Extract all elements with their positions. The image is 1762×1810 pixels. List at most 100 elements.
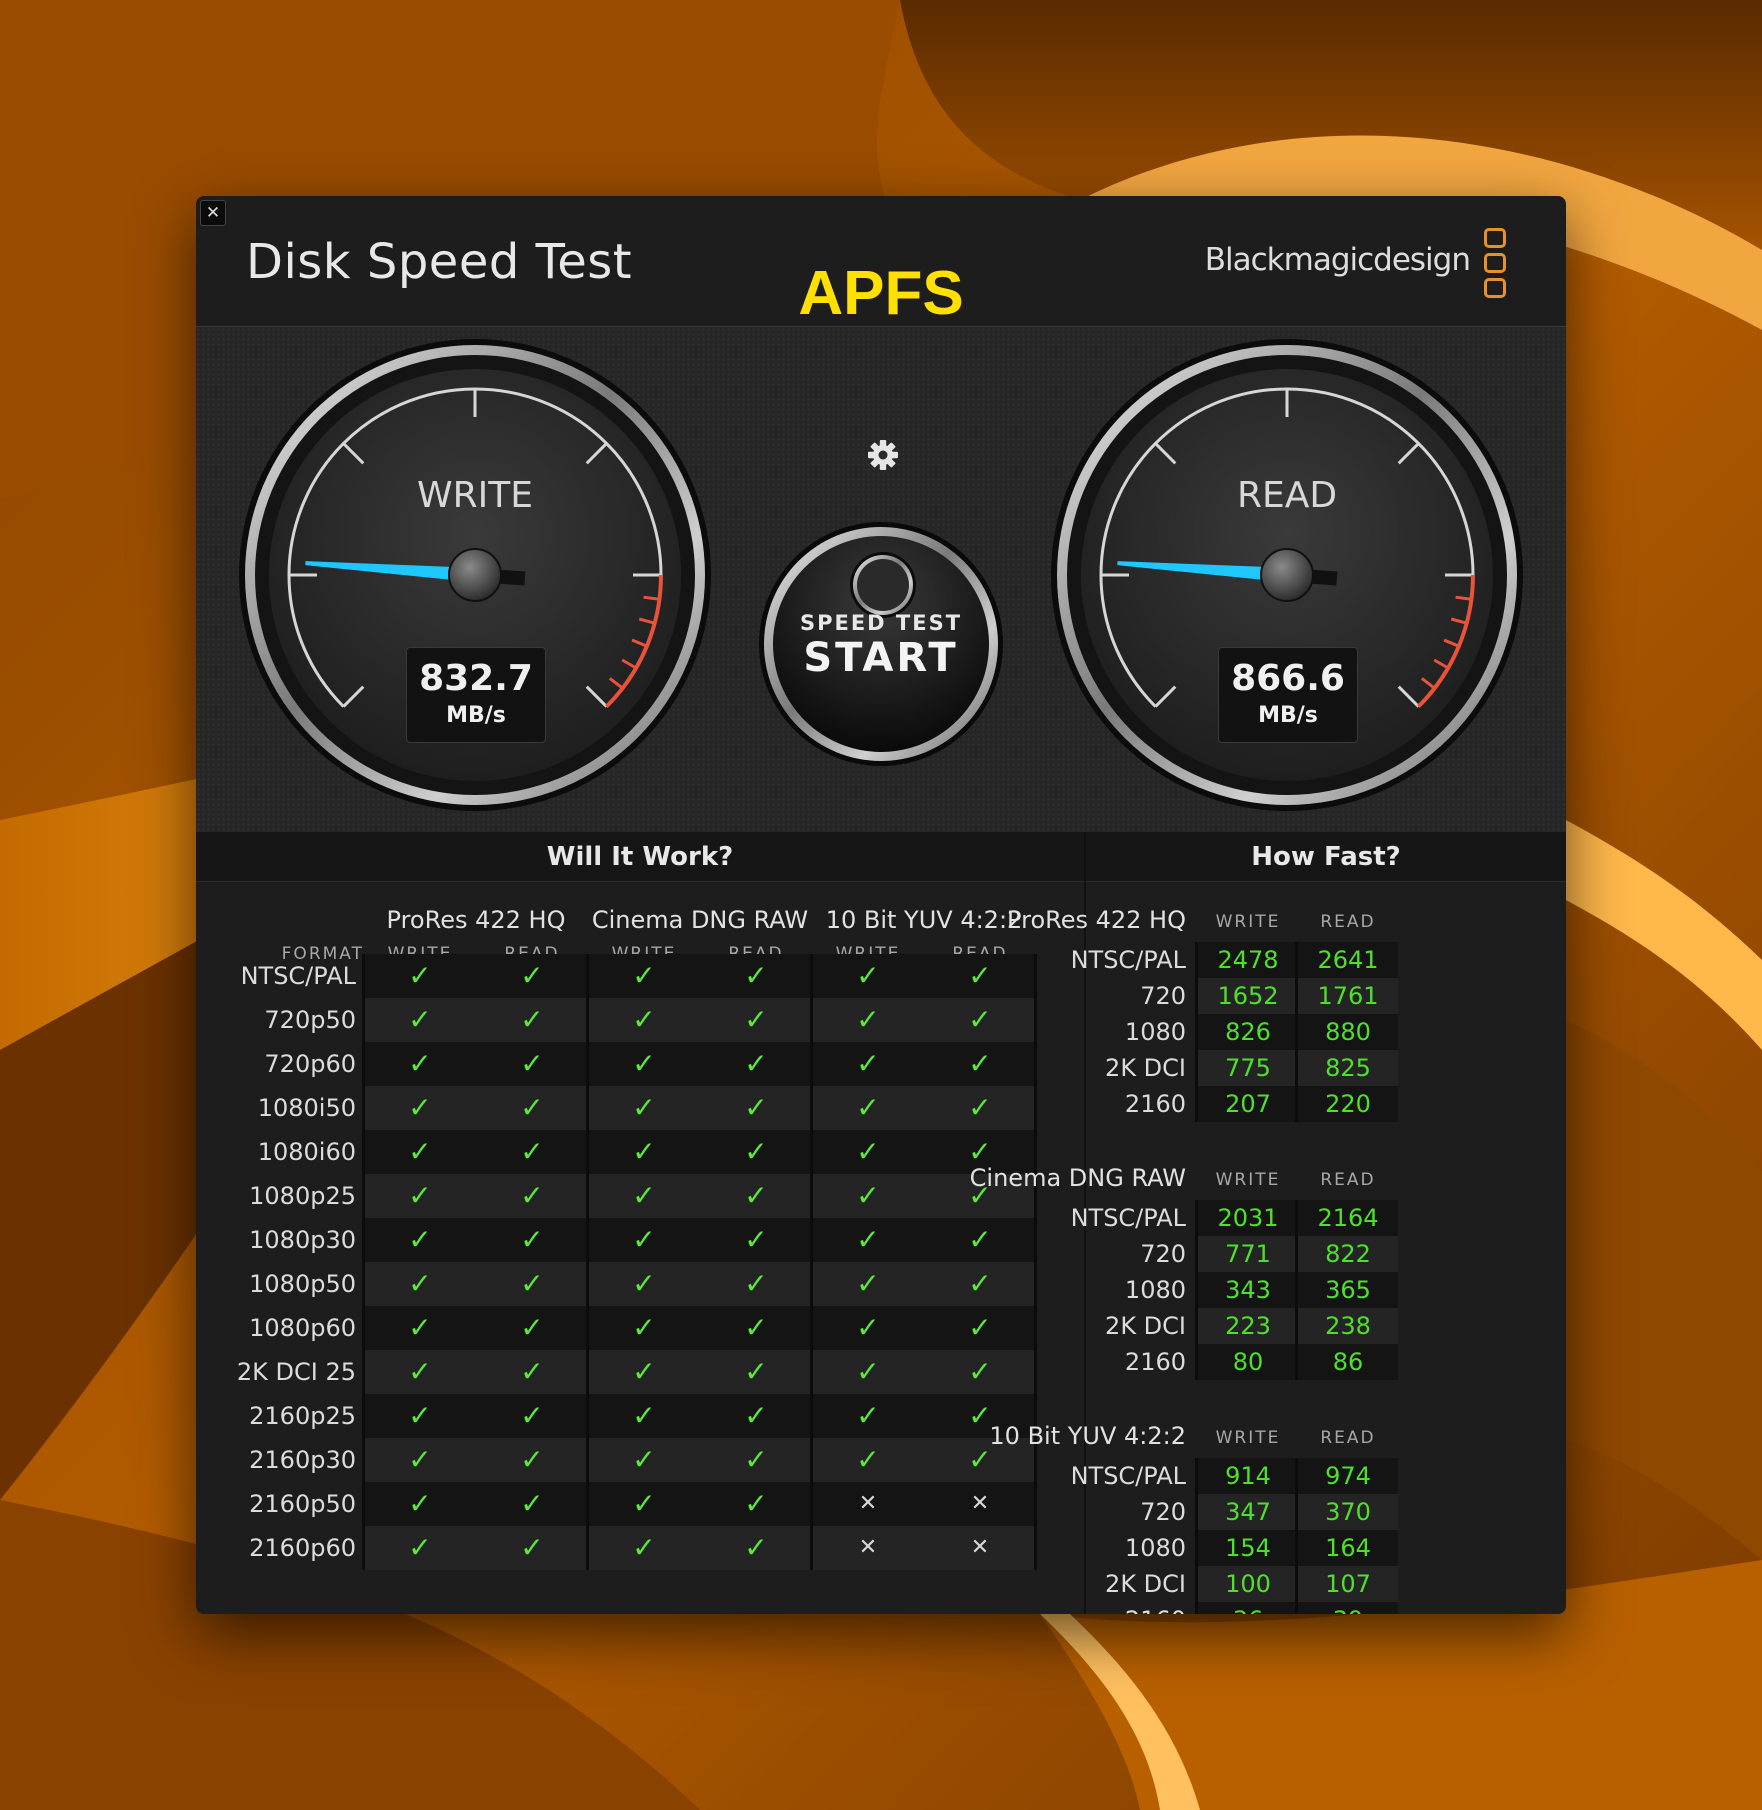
wiw-result-cell: ✓: [812, 1130, 924, 1174]
wiw-result-cell: ✓: [364, 998, 476, 1042]
wiw-result-cell: ✓: [588, 1086, 700, 1130]
check-icon: ✓: [968, 1091, 992, 1124]
hf-read-value: 238: [1298, 1308, 1398, 1344]
check-icon: ✓: [744, 1399, 768, 1432]
check-icon: ✓: [520, 1399, 544, 1432]
hf-write-value: 347: [1198, 1494, 1298, 1530]
check-icon: ✓: [408, 1399, 432, 1432]
check-icon: ✓: [856, 1003, 880, 1036]
hf-column-separator: [1295, 1458, 1298, 1614]
hf-resolution-label: 720: [1140, 982, 1186, 1010]
wiw-result-cell: ✓: [476, 1130, 588, 1174]
hf-sub-header: WRITE: [1215, 912, 1281, 932]
wiw-result-cell: ✓: [588, 1350, 700, 1394]
check-icon: ✓: [408, 1135, 432, 1168]
check-icon: ✓: [632, 1267, 656, 1300]
check-icon: ✓: [632, 959, 656, 992]
check-icon: ✓: [856, 1399, 880, 1432]
wiw-result-cell: ✓: [364, 1394, 476, 1438]
hf-column-separator: [1295, 1200, 1298, 1380]
settings-button[interactable]: [851, 423, 915, 487]
check-icon: ✓: [408, 1443, 432, 1476]
hf-read-value: 365: [1298, 1272, 1398, 1308]
check-icon: ✓: [520, 959, 544, 992]
write-speed-unit: MB/s: [446, 703, 506, 728]
close-icon[interactable]: ✕: [200, 200, 226, 226]
hf-resolution-label: 720: [1140, 1498, 1186, 1526]
format-label: 1080p50: [249, 1270, 356, 1298]
hf-resolution-label: 2160: [1006, 1606, 1186, 1614]
hf-sub-header: READ: [1320, 1428, 1376, 1448]
wiw-result-cell: ✓: [588, 1262, 700, 1306]
check-icon: ✓: [408, 1179, 432, 1212]
cross-icon: ✕: [970, 1535, 990, 1560]
check-icon: ✓: [968, 1355, 992, 1388]
will-it-work-header: Will It Work?: [196, 832, 1084, 882]
wiw-result-cell: ✓: [364, 1042, 476, 1086]
wiw-result-cell: ✓: [700, 1086, 812, 1130]
hf-write-value: 914: [1198, 1458, 1298, 1494]
wiw-result-cell: ✓: [588, 1482, 700, 1526]
hf-write-value: 207: [1198, 1086, 1298, 1122]
check-icon: ✓: [744, 1091, 768, 1124]
wiw-result-cell: ✓: [812, 1086, 924, 1130]
hf-write-value: 771: [1198, 1236, 1298, 1272]
hf-sub-header: WRITE: [1215, 1170, 1281, 1190]
wiw-result-cell: ✓: [476, 1482, 588, 1526]
check-icon: ✓: [744, 1047, 768, 1080]
hf-read-value: 880: [1298, 1014, 1398, 1050]
check-icon: ✓: [408, 1047, 432, 1080]
wiw-result-cell: ✓: [588, 998, 700, 1042]
wiw-result-cell: ✓: [476, 1086, 588, 1130]
check-icon: ✓: [520, 1179, 544, 1212]
speed-test-start-button[interactable]: SPEED TEST START: [764, 527, 998, 761]
check-icon: ✓: [520, 1135, 544, 1168]
hf-write-value: 826: [1198, 1014, 1298, 1050]
gauge-redline-tick: [1455, 595, 1472, 601]
hf-write-value: 2031: [1198, 1200, 1298, 1236]
check-icon: ✓: [408, 1531, 432, 1564]
wiw-result-cell: ✓: [588, 1438, 700, 1482]
check-icon: ✓: [520, 1091, 544, 1124]
hf-read-value: 825: [1298, 1050, 1398, 1086]
wiw-result-cell: ✓: [364, 1086, 476, 1130]
hf-column-separator: [1295, 942, 1298, 1122]
check-icon: ✓: [408, 1487, 432, 1520]
wiw-result-cell: ✓: [812, 1042, 924, 1086]
wiw-result-cell: ✓: [588, 1526, 700, 1570]
wiw-result-cell: ✓: [812, 1262, 924, 1306]
format-label: 720p60: [264, 1050, 356, 1078]
blackmagic-logo-icon: [1484, 228, 1508, 302]
check-icon: ✓: [856, 1135, 880, 1168]
check-icon: ✓: [632, 1047, 656, 1080]
format-label: 1080p60: [249, 1314, 356, 1342]
wiw-result-cell: ✓: [476, 1526, 588, 1570]
format-column-header: FORMAT: [281, 944, 364, 964]
hf-resolution-label: 2160: [1124, 1090, 1186, 1118]
check-icon: ✓: [520, 1487, 544, 1520]
check-icon: ✓: [744, 1135, 768, 1168]
check-icon: ✓: [408, 1355, 432, 1388]
hf-resolution-label: NTSC/PAL: [1070, 946, 1186, 974]
check-icon: ✓: [968, 1311, 992, 1344]
gear-icon: [868, 440, 898, 470]
check-icon: ✓: [632, 1487, 656, 1520]
check-icon: ✓: [520, 1267, 544, 1300]
hf-write-value: 223: [1198, 1308, 1298, 1344]
hf-read-value: 1761: [1298, 978, 1398, 1014]
check-icon: ✓: [520, 1047, 544, 1080]
wiw-result-cell: ✓: [364, 954, 476, 998]
hf-resolution-label: NTSC/PAL: [1070, 1204, 1186, 1232]
wiw-result-cell: ✓: [476, 1042, 588, 1086]
check-icon: ✓: [856, 1311, 880, 1344]
check-icon: ✓: [856, 1443, 880, 1476]
gauge-panel: WRITE READ 832.7 MB/s 866.6 MB/s SPEED T…: [196, 326, 1566, 832]
wiw-result-cell: ✕: [812, 1526, 924, 1570]
wiw-result-cell: ✓: [700, 1306, 812, 1350]
check-icon: ✓: [520, 1531, 544, 1564]
check-icon: ✓: [856, 1047, 880, 1080]
hf-write-value: 1652: [1198, 978, 1298, 1014]
gauge-redline-tick: [643, 595, 660, 601]
filesystem-label: APFS: [798, 259, 964, 328]
wiw-result-cell: ✓: [588, 1394, 700, 1438]
